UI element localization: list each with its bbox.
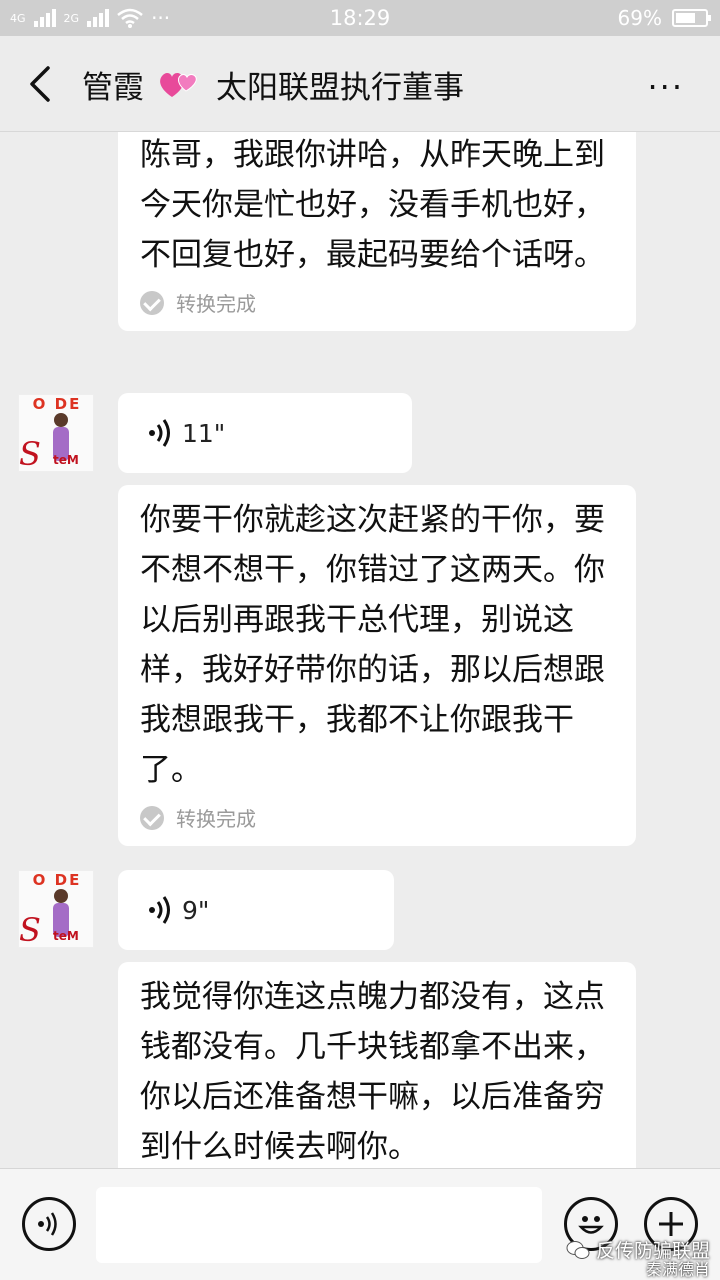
message-text-bubble[interactable]: 陈哥，我跟你讲哈，从昨天晚上到今天你是忙也好，没看手机也好，不回复也好，最起码要… (118, 132, 636, 331)
voice-wave-icon (149, 896, 170, 924)
voice-message[interactable]: 9" (118, 870, 394, 950)
check-icon (140, 290, 164, 315)
avatar-tail-text: teM (53, 929, 79, 943)
message-text: 我觉得你连这点魄力都没有，这点钱都没有。几千块钱都拿不出来，你以后还准备想干嘛，… (140, 979, 605, 1165)
watermark-line2: 秦满德肖 (645, 1260, 710, 1279)
chat-area[interactable]: 陈哥，我跟你讲哈，从昨天晚上到今天你是忙也好，没看手机也好，不回复也好，最起码要… (0, 132, 720, 1168)
voice-input-button[interactable] (22, 1197, 76, 1251)
status-battery: 69% (617, 6, 711, 30)
voice-wave-icon (38, 1212, 57, 1236)
avatar-letter: S (19, 435, 41, 472)
status-bar: 4G 2G ··· 18:29 69% (0, 0, 720, 36)
convert-status-label: 转换完成 (176, 807, 256, 831)
status-time: 18:29 (329, 6, 391, 30)
back-button[interactable] (22, 62, 62, 106)
convert-status: 转换完成 (140, 803, 616, 832)
message-text-bubble[interactable]: 我觉得你连这点魄力都没有，这点钱都没有。几千块钱都拿不出来，你以后还准备想干嘛，… (118, 962, 636, 1168)
voice-duration: 9" (182, 895, 210, 925)
chat-title: 管霞 太阳联盟执行董事 (82, 62, 464, 107)
check-icon (140, 805, 164, 830)
contact-name: 管霞 (82, 70, 144, 106)
message-text-bubble[interactable]: 你要干你就趁这次赶紧的干你，要不想不想干，你错过了这两天。你以后别再跟我干总代理… (118, 485, 636, 846)
battery-icon (672, 9, 711, 27)
convert-status: 转换完成 (140, 288, 616, 317)
input-bar (0, 1168, 720, 1280)
voice-duration: 11" (182, 418, 226, 448)
more-button[interactable]: ··· (647, 68, 684, 106)
watermark-sub: 秦满德肖 (646, 1256, 710, 1280)
chat-header: 管霞 太阳联盟执行董事 ··· (0, 36, 720, 132)
battery-fill (676, 13, 695, 23)
chevron-left-icon (30, 66, 50, 102)
avatar[interactable]: O DE S teM (18, 394, 94, 472)
message-text: 你要干你就趁这次赶紧的干你，要不想不想干，你错过了这两天。你以后别再跟我干总代理… (140, 502, 605, 788)
plus-icon (659, 1212, 683, 1236)
avatar[interactable]: O DE S teM (18, 870, 94, 948)
contact-title: 太阳联盟执行董事 (216, 70, 464, 106)
avatar-tail-text: teM (53, 453, 79, 467)
voice-message[interactable]: 11" (118, 393, 412, 473)
wechat-icon (566, 1240, 590, 1259)
voice-wave-icon (149, 419, 170, 447)
convert-status-label: 转换完成 (176, 292, 256, 316)
battery-percent: 69% (617, 6, 662, 30)
message-text: 陈哥，我跟你讲哈，从昨天晚上到今天你是忙也好，没看手机也好，不回复也好，最起码要… (140, 137, 605, 273)
message-input[interactable] (96, 1187, 542, 1263)
two-hearts-icon (160, 72, 197, 97)
avatar-letter: S (19, 911, 41, 948)
